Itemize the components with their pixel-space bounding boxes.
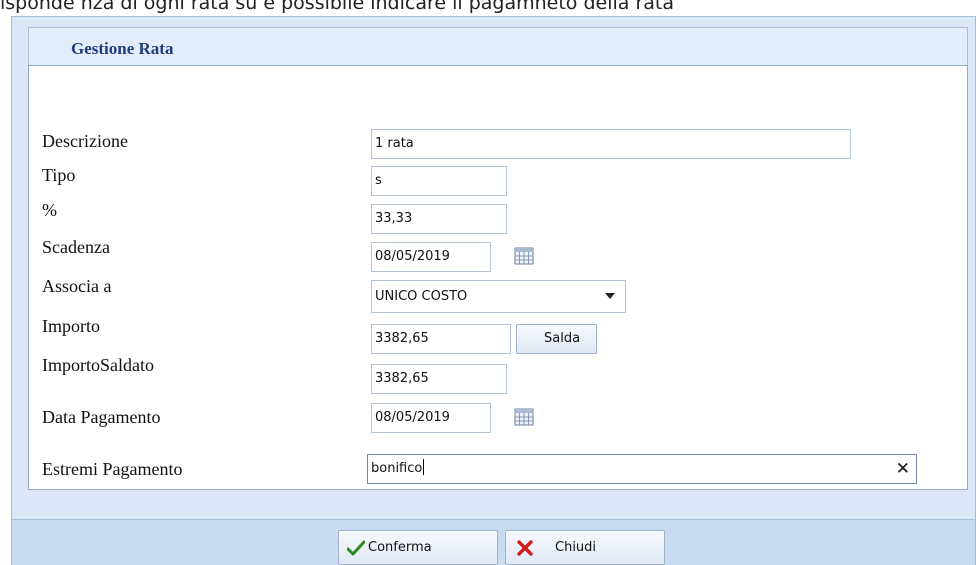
red-x-icon xyxy=(517,540,533,556)
tipo-label: Tipo xyxy=(42,165,76,185)
scadenza-date-input[interactable]: 08/05/2019 xyxy=(371,242,491,272)
clear-icon[interactable]: ✕ xyxy=(896,455,910,483)
dialog-header: Gestione Rata xyxy=(28,27,968,65)
salda-button[interactable]: Salda xyxy=(516,324,597,354)
descrizione-label: Descrizione xyxy=(42,131,128,151)
associa-select[interactable]: UNICO COSTO xyxy=(371,280,626,313)
caption-text: isponde nza di ogni rata su è possibile … xyxy=(0,0,674,14)
scadenza-label: Scadenza xyxy=(42,237,110,257)
importo-label: Importo xyxy=(42,316,100,336)
importo-saldato-input[interactable]: 3382,65 xyxy=(371,364,507,394)
estremi-pagamento-label: Estremi Pagamento xyxy=(42,459,183,479)
importo-saldato-label: ImportoSaldato xyxy=(42,355,154,375)
conferma-button[interactable]: Conferma xyxy=(338,530,498,565)
conferma-button-label: Conferma xyxy=(368,540,432,555)
text-cursor xyxy=(423,459,425,475)
importo-input[interactable]: 3382,65 xyxy=(371,324,511,354)
dialog-footer: Conferma Chiudi xyxy=(12,519,975,565)
data-pagamento-label: Data Pagamento xyxy=(42,407,161,427)
calendar-icon[interactable] xyxy=(514,408,534,426)
gestione-rata-dialog: Gestione Rata Descrizione 1 rata Tipo s … xyxy=(11,16,976,565)
checkmark-icon xyxy=(347,540,365,556)
data-pagamento-date-input[interactable]: 08/05/2019 xyxy=(371,403,491,433)
salda-button-label: Salda xyxy=(544,331,581,346)
descrizione-input[interactable]: 1 rata xyxy=(371,129,851,159)
percentuale-input[interactable]: 33,33 xyxy=(371,204,507,234)
estremi-pagamento-input[interactable]: bonifico ✕ xyxy=(367,454,917,484)
chevron-down-icon[interactable] xyxy=(605,293,615,299)
dialog-title: Gestione Rata xyxy=(71,39,174,58)
chiudi-button-label: Chiudi xyxy=(555,540,597,555)
chiudi-button[interactable]: Chiudi xyxy=(505,530,665,565)
associa-label: Associa a xyxy=(42,276,112,296)
estremi-pagamento-value: bonifico xyxy=(371,461,423,476)
calendar-icon[interactable] xyxy=(514,247,534,265)
associa-selected-value: UNICO COSTO xyxy=(375,289,468,304)
tipo-input[interactable]: s xyxy=(371,166,507,196)
form-panel: Descrizione 1 rata Tipo s % 33,33 Scaden… xyxy=(28,65,968,490)
percentuale-label: % xyxy=(42,200,57,220)
